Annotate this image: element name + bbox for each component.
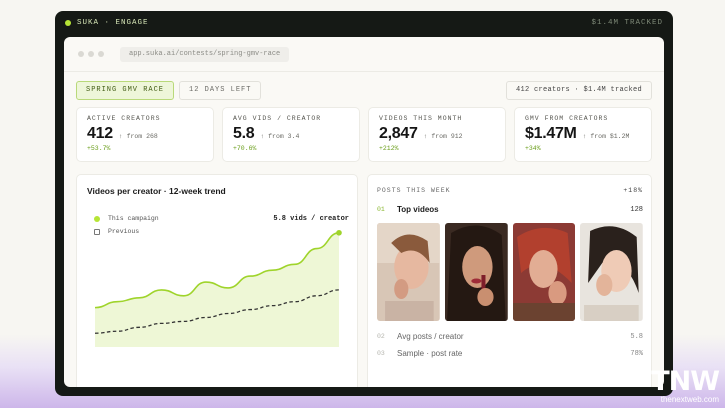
top-videos-row[interactable]: 01 Top videos 128 bbox=[377, 205, 643, 214]
row-value: 5.8 bbox=[630, 332, 643, 341]
video-thumbnail[interactable] bbox=[580, 223, 643, 321]
app-window: SUKA · ENGAGE $1.4M TRACKED app.suka.ai/… bbox=[55, 11, 673, 396]
app-brand: SUKA · ENGAGE bbox=[77, 19, 149, 27]
video-thumbnail[interactable] bbox=[444, 223, 508, 321]
posts-delta: +18% bbox=[623, 187, 643, 194]
stat-label: VIDEOS THIS MONTH bbox=[379, 115, 463, 122]
stat-card-active-creators[interactable]: ACTIVE CREATORS 412 ↑ from 268 +53.7% bbox=[76, 107, 214, 162]
stat-delta: +34% bbox=[525, 145, 541, 152]
row-rank: 03 bbox=[377, 350, 385, 357]
chrome-divider bbox=[64, 71, 664, 72]
contest-toolbar: SPRING GMV RACE 12 DAYS LEFT 412 creator… bbox=[76, 80, 652, 100]
stat-from: ↑ from 268 bbox=[118, 133, 158, 140]
video-thumbnail[interactable] bbox=[512, 223, 576, 321]
days-left-badge: 12 DAYS LEFT bbox=[179, 80, 262, 100]
row-label: Top videos bbox=[397, 205, 439, 214]
chart-title: Videos per creator · 12-week trend bbox=[87, 186, 226, 196]
stat-value: 412 bbox=[87, 125, 113, 142]
browser-chrome: app.suka.ai/contests/spring-gmv-race bbox=[64, 37, 664, 71]
trend-chart-card: Videos per creator · 12-week trend This … bbox=[76, 174, 358, 387]
posts-header: POSTS THIS WEEK +18% bbox=[377, 187, 643, 194]
site-watermark: TNW thenextweb.com bbox=[651, 366, 720, 404]
row-value: 128 bbox=[630, 205, 643, 214]
stat-value: 2,847 bbox=[379, 125, 418, 142]
stat-value: $1.47M bbox=[525, 125, 577, 142]
stat-card-videos-month[interactable]: VIDEOS THIS MONTH 2,847 ↑ from 912 +212% bbox=[368, 107, 506, 162]
address-bar[interactable]: app.suka.ai/contests/spring-gmv-race bbox=[120, 46, 290, 62]
window-maximize-icon[interactable] bbox=[98, 51, 104, 57]
row-rank: 02 bbox=[377, 333, 385, 340]
legend-label: Previous bbox=[108, 228, 140, 235]
watermark-logo: TNW bbox=[651, 366, 720, 397]
stat-from: ↑ from $1.2M bbox=[582, 133, 630, 140]
trend-chart bbox=[94, 229, 342, 347]
window-close-icon[interactable] bbox=[78, 51, 84, 57]
post-rate-row[interactable]: 03 Sample · post rate 78% bbox=[377, 349, 643, 358]
posts-card: POSTS THIS WEEK +18% 01 Top videos 128 0… bbox=[367, 174, 652, 387]
browser-window: app.suka.ai/contests/spring-gmv-race SPR… bbox=[64, 37, 664, 387]
brand-dot-icon bbox=[65, 20, 71, 26]
stat-label: AVG VIDS / CREATOR bbox=[233, 115, 322, 122]
video-thumbnails bbox=[377, 223, 643, 321]
row-rank: 01 bbox=[377, 206, 385, 213]
row-value: 78% bbox=[630, 349, 643, 358]
stat-card-gmv[interactable]: GMV FROM CREATORS $1.47M ↑ from $1.2M +3… bbox=[514, 107, 652, 162]
stat-label: ACTIVE CREATORS bbox=[87, 115, 161, 122]
stat-delta: +53.7% bbox=[87, 145, 111, 152]
stat-card-avg-vids[interactable]: AVG VIDS / CREATOR 5.8 ↑ from 3.4 +70.6% bbox=[222, 107, 360, 162]
row-label: Avg posts / creator bbox=[397, 332, 464, 341]
legend-label: This campaign bbox=[108, 215, 159, 222]
watermark-url: thenextweb.com bbox=[660, 395, 719, 404]
stat-from: ↑ from 3.4 bbox=[260, 133, 300, 140]
stats-row: ACTIVE CREATORS 412 ↑ from 268 +53.7% AV… bbox=[76, 107, 652, 162]
stat-delta: +212% bbox=[379, 145, 399, 152]
stat-from: ↑ from 912 bbox=[423, 133, 463, 140]
contest-summary: 412 creators · $1.4M tracked bbox=[505, 80, 652, 100]
legend-item-previous[interactable]: Previous bbox=[94, 225, 349, 238]
legend-box-icon bbox=[94, 228, 100, 235]
app-titlebar: SUKA · ENGAGE $1.4M TRACKED bbox=[55, 11, 673, 35]
window-minimize-icon[interactable] bbox=[88, 51, 94, 57]
stat-label: GMV FROM CREATORS bbox=[525, 115, 609, 122]
legend-item-current[interactable]: This campaign 5.8 vids / creator bbox=[94, 212, 349, 225]
row-label: Sample · post rate bbox=[397, 349, 463, 358]
stat-value: 5.8 bbox=[233, 125, 255, 142]
posts-title: POSTS THIS WEEK bbox=[377, 187, 451, 194]
contest-tab[interactable]: SPRING GMV RACE bbox=[76, 80, 175, 100]
campaign-area bbox=[95, 232, 339, 347]
avg-posts-row[interactable]: 02 Avg posts / creator 5.8 bbox=[377, 332, 643, 341]
chart-legend: This campaign 5.8 vids / creator Previou… bbox=[94, 212, 349, 238]
video-thumbnail[interactable] bbox=[377, 223, 440, 321]
tracked-total: $1.4M TRACKED bbox=[591, 19, 663, 27]
legend-current-value: 5.8 vids / creator bbox=[273, 214, 349, 223]
stat-delta: +70.6% bbox=[233, 145, 257, 152]
legend-dot-icon bbox=[94, 215, 100, 222]
